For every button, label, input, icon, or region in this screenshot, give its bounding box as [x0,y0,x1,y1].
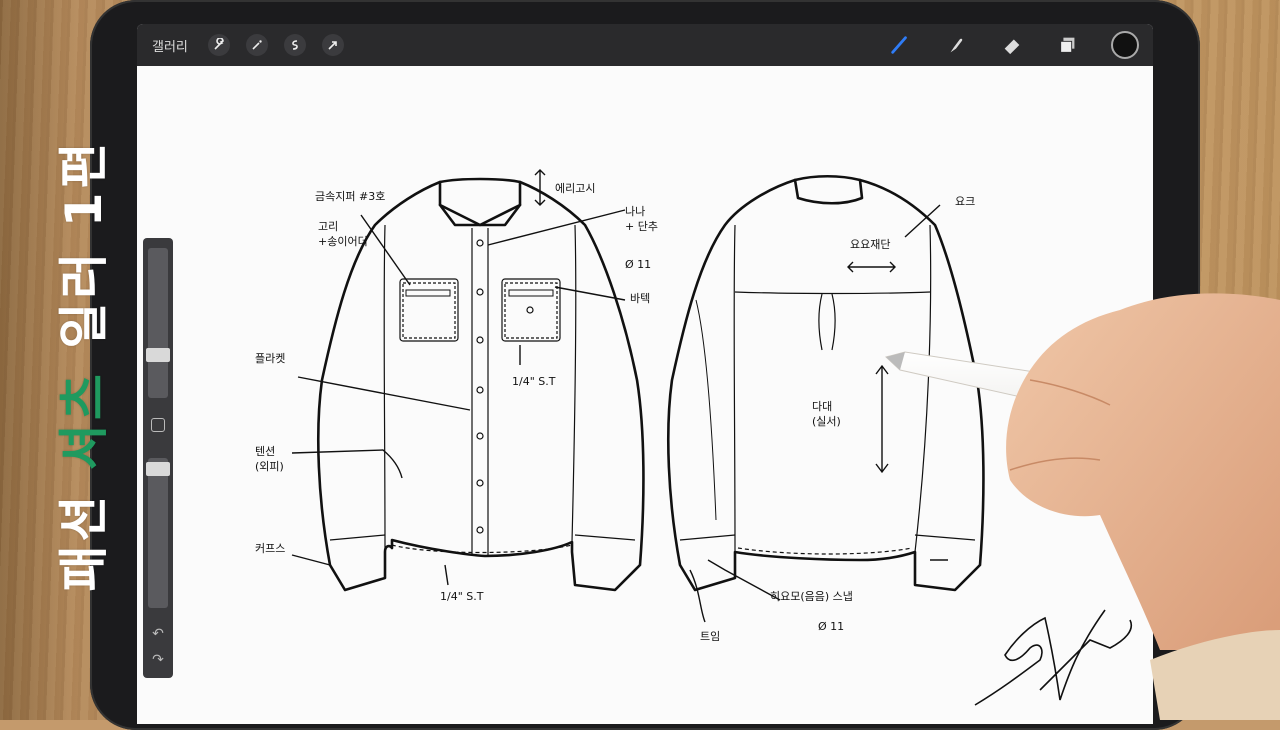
procreate-canvas-screen: 갤러리 [137,24,1153,724]
brush-icon[interactable] [887,32,913,58]
top-toolbar: 갤러리 [137,24,1153,66]
opacity-slider[interactable] [146,458,170,608]
brush-size-handle[interactable] [146,348,170,362]
eraser-icon[interactable] [999,32,1025,58]
opacity-handle[interactable] [146,462,170,476]
brush-size-sidebar: ↶ ↷ [143,238,173,678]
toolbar-right-group [857,24,1139,66]
magic-wand-icon[interactable] [245,34,268,56]
undo-icon[interactable]: ↶ [150,626,166,642]
selection-icon[interactable] [283,34,306,56]
video-title: 패션 셔츠 일러 1편 [55,138,113,592]
color-picker-icon[interactable] [1111,31,1139,59]
transform-arrow-icon[interactable] [321,34,344,56]
gallery-button[interactable]: 갤러리 [152,36,188,55]
layers-icon[interactable] [1055,32,1081,58]
video-title-overlay: 패션 셔츠 일러 1편 [30,85,130,645]
modify-button[interactable] [151,418,165,432]
wrench-icon[interactable] [207,34,230,56]
redo-icon[interactable]: ↷ [150,652,166,668]
brush-size-slider[interactable] [146,248,170,398]
smudge-icon[interactable] [943,32,969,58]
